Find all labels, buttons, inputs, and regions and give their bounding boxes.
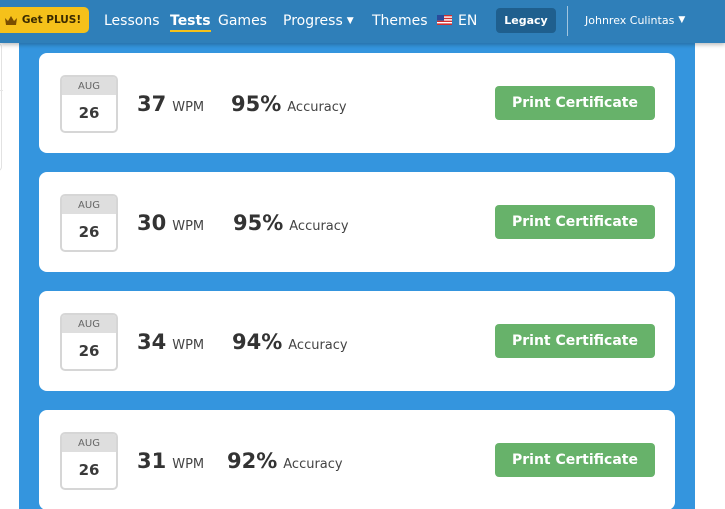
result-card: AUG 26 31 WPM 92% Accuracy Print Certifi… xyxy=(39,410,675,509)
wpm-value: 31 xyxy=(137,449,167,473)
nav-link-progress[interactable]: Progress ▼ xyxy=(283,13,354,29)
test-results-panel: AUG 26 37 WPM 95% Accuracy Print Certifi… xyxy=(19,43,695,509)
nav-link-tests[interactable]: Tests xyxy=(170,13,211,32)
date-day: 26 xyxy=(78,223,100,241)
accuracy-label: Accuracy xyxy=(283,457,343,472)
wpm-unit: WPM xyxy=(172,219,205,234)
nav-link-lessons[interactable]: Lessons xyxy=(104,13,160,29)
accuracy-value: 95% xyxy=(233,211,284,235)
language-selector[interactable]: EN xyxy=(458,13,477,29)
date-day: 26 xyxy=(78,461,100,479)
get-plus-label: Get PLUS! xyxy=(21,14,82,26)
side-panel xyxy=(0,43,3,171)
wpm-unit: WPM xyxy=(172,457,205,472)
date-badge: AUG 26 xyxy=(60,313,118,371)
accuracy-stat: 94% Accuracy xyxy=(232,330,348,354)
date-day: 26 xyxy=(78,342,100,360)
nav-link-games[interactable]: Games xyxy=(218,13,267,29)
wpm-value: 30 xyxy=(137,211,167,235)
get-plus-button[interactable]: Get PLUS! xyxy=(0,7,89,33)
crown-icon xyxy=(4,15,17,25)
accuracy-value: 92% xyxy=(227,449,278,473)
date-badge: AUG 26 xyxy=(60,194,118,252)
caret-down-icon: ▼ xyxy=(678,15,686,25)
accuracy-stat: 92% Accuracy xyxy=(227,449,343,473)
print-certificate-button[interactable]: Print Certificate xyxy=(495,443,655,477)
wpm-value: 37 xyxy=(137,92,167,116)
user-menu[interactable]: Johnrex Culintas ▼ xyxy=(585,14,685,27)
date-day: 26 xyxy=(78,104,100,122)
wpm-stat: 31 WPM xyxy=(137,449,204,473)
date-month: AUG xyxy=(62,315,116,333)
result-card: AUG 26 34 WPM 94% Accuracy Print Certifi… xyxy=(39,291,675,391)
date-month: AUG xyxy=(62,77,116,95)
print-certificate-button[interactable]: Print Certificate xyxy=(495,324,655,358)
result-card: AUG 26 37 WPM 95% Accuracy Print Certifi… xyxy=(39,53,675,153)
wpm-stat: 30 WPM xyxy=(137,211,204,235)
legacy-button[interactable]: Legacy xyxy=(496,8,556,33)
wpm-value: 34 xyxy=(137,330,167,354)
accuracy-label: Accuracy xyxy=(288,338,348,353)
accuracy-value: 95% xyxy=(231,92,282,116)
print-certificate-button[interactable]: Print Certificate xyxy=(495,86,655,120)
wpm-unit: WPM xyxy=(172,100,205,115)
caret-down-icon: ▼ xyxy=(346,16,354,26)
date-badge: AUG 26 xyxy=(60,75,118,133)
wpm-stat: 34 WPM xyxy=(137,330,204,354)
nav-link-progress-label: Progress xyxy=(283,13,343,29)
date-badge: AUG 26 xyxy=(60,432,118,490)
side-panel-divider xyxy=(0,90,3,91)
wpm-unit: WPM xyxy=(172,338,205,353)
date-month: AUG xyxy=(62,196,116,214)
us-flag-icon[interactable] xyxy=(437,15,452,25)
user-name: Johnrex Culintas xyxy=(585,14,675,27)
nav-link-themes[interactable]: Themes xyxy=(372,13,428,29)
print-certificate-button[interactable]: Print Certificate xyxy=(495,205,655,239)
accuracy-value: 94% xyxy=(232,330,283,354)
result-card: AUG 26 30 WPM 95% Accuracy Print Certifi… xyxy=(39,172,675,272)
accuracy-stat: 95% Accuracy xyxy=(231,92,347,116)
accuracy-stat: 95% Accuracy xyxy=(233,211,349,235)
top-navbar: Get PLUS! Lessons Tests Games Progress ▼ … xyxy=(0,0,725,43)
wpm-stat: 37 WPM xyxy=(137,92,204,116)
nav-divider xyxy=(567,6,568,36)
accuracy-label: Accuracy xyxy=(287,100,347,115)
date-month: AUG xyxy=(62,434,116,452)
accuracy-label: Accuracy xyxy=(289,219,349,234)
